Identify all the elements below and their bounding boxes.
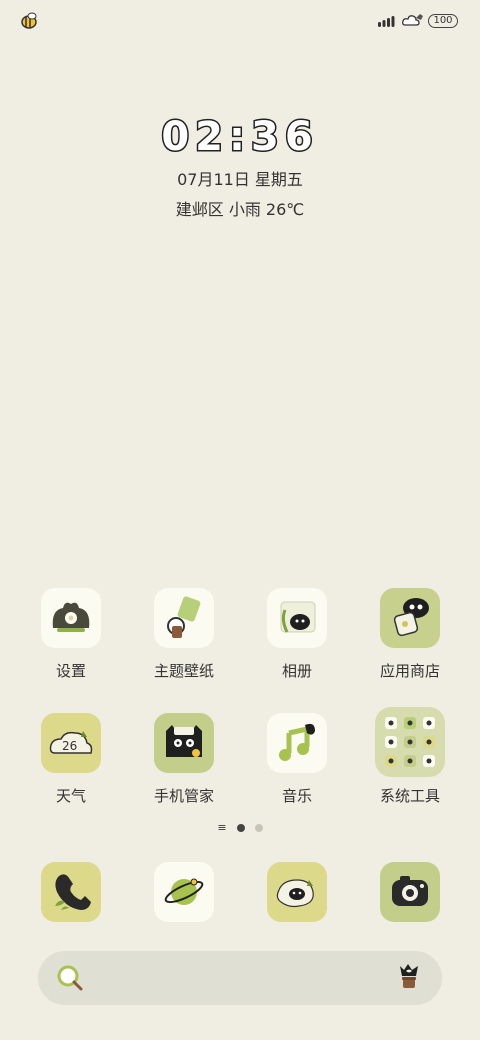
signal-bars-icon [378,12,398,31]
app-label: 系统工具 [379,787,440,805]
page-list-icon[interactable]: ≡ [217,822,226,833]
battery-indicator: 100 [428,14,458,28]
app-theme-wallpaper[interactable]: 主题壁纸 [128,588,240,681]
search-bar[interactable] [38,951,442,1005]
music-icon [267,713,327,773]
svg-text:26: 26 [62,739,77,753]
app-gallery[interactable]: 相册 [241,588,353,681]
clock-weather: 建邺区 小雨 26℃ [175,200,305,219]
settings-icon [41,588,101,648]
cloud-wifi-icon [402,12,424,31]
clock-time: 02:36 [160,113,319,162]
app-music[interactable]: 音乐 [241,713,353,806]
app-settings[interactable]: 设置 [15,588,127,681]
app-label: 天气 [55,787,86,805]
dock-camera[interactable] [354,862,466,922]
messages-icon [267,862,327,922]
theme-wallpaper-icon [154,588,214,648]
app-store[interactable]: 应用商店 [354,588,466,681]
clock-date: 07月11日 星期五 [177,170,303,189]
app-label: 应用商店 [379,662,440,680]
dock-phone[interactable] [15,862,127,922]
browser-icon [154,862,214,922]
app-label: 相册 [281,662,312,680]
dock-messages[interactable] [241,862,353,922]
app-label: 手机管家 [153,787,214,805]
app-label: 音乐 [281,787,312,805]
app-store-icon [380,588,440,648]
app-label: 主题壁纸 [153,662,214,680]
plant-pot-icon[interactable] [394,962,424,994]
camera-icon [380,862,440,922]
page-dot[interactable] [254,824,263,832]
phone-manager-icon [154,713,214,773]
page-indicator[interactable]: ≡ [0,822,480,833]
gallery-icon [267,588,327,648]
clock-widget[interactable]: 02:36 07月11日 星期五 建邺区 小雨 26℃ [0,113,480,220]
app-phone-manager[interactable]: 手机管家 [128,713,240,806]
search-icon[interactable] [56,964,84,992]
page-dot-active[interactable] [236,824,245,832]
dock-browser[interactable] [128,862,240,922]
app-label: 设置 [55,662,86,680]
status-bar: 100 [0,0,480,40]
weather-icon: 26 [41,713,101,773]
folder-system-tools[interactable]: 系统工具 [354,707,466,806]
app-weather[interactable]: 26 天气 [15,713,127,806]
bee-sticker-icon [18,10,40,32]
system-tools-folder-icon [375,707,445,777]
phone-icon [41,862,101,922]
